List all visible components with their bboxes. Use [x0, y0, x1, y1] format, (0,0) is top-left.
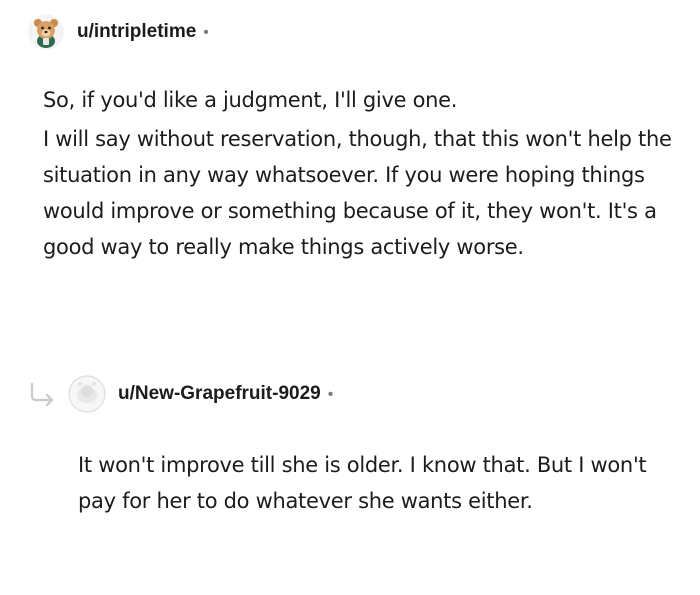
comment-paragraph: It won't improve till she is older. I kn… — [78, 453, 647, 513]
default-avatar-icon[interactable] — [68, 375, 106, 413]
reply-arrow-icon — [30, 382, 54, 406]
comment-header: u/intripletime • — [28, 10, 678, 54]
comment-paragraph: So, if you'd like a judgment, I'll give … — [43, 88, 458, 112]
comment-new-grapefruit: u/New-Grapefruit-9029 • It won't improve… — [28, 372, 678, 519]
comment-body: So, if you'd like a judgment, I'll give … — [43, 82, 673, 265]
comment-paragraph: I will say without reservation, though, … — [43, 127, 672, 259]
separator-dot: • — [203, 24, 209, 41]
username[interactable]: u/New-Grapefruit-9029 — [118, 383, 321, 405]
username[interactable]: u/intripletime — [77, 21, 196, 43]
separator-dot: • — [327, 386, 334, 403]
comment-intripletime: u/intripletime • So, if you'd like a jud… — [28, 10, 678, 265]
bear-avatar-icon[interactable] — [28, 14, 64, 50]
comment-body: It won't improve till she is older. I kn… — [78, 447, 668, 519]
comment-header: u/New-Grapefruit-9029 • — [28, 372, 678, 416]
